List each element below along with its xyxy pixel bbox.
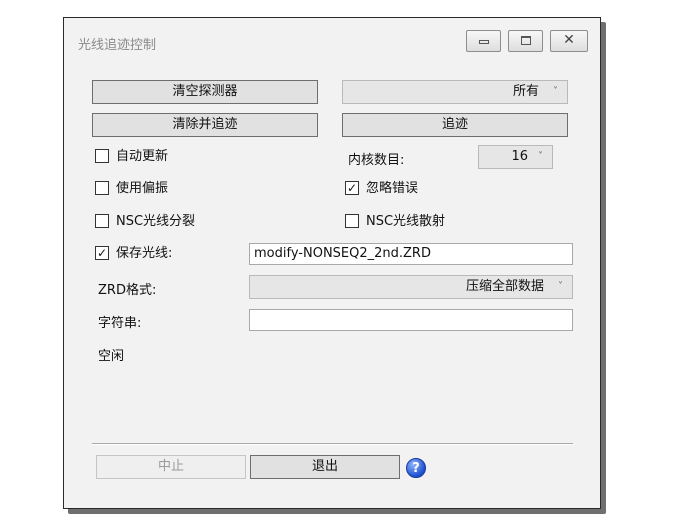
filter-string-label: 字符串: <box>98 316 142 331</box>
chevron-down-icon: ˅ <box>558 281 563 292</box>
auto-update-box[interactable] <box>95 149 109 163</box>
chevron-down-icon: ˅ <box>553 86 558 97</box>
clear-and-trace-button[interactable]: 清除并追迹 <box>92 113 318 137</box>
maximize-icon <box>521 36 531 45</box>
use-polarization-box[interactable] <box>95 181 109 195</box>
status-text: 空闲 <box>98 349 125 364</box>
detector-select-value: 所有 <box>512 84 539 99</box>
trace-button[interactable]: 追迹 <box>342 113 568 137</box>
cores-select-value: 16 <box>511 149 528 164</box>
close-icon: ✕ <box>563 32 575 48</box>
nsc-ray-split-label: NSC光线分裂 <box>116 214 196 229</box>
minimize-icon <box>479 40 489 44</box>
detector-select[interactable]: 所有 ˅ <box>342 80 568 104</box>
minimize-button[interactable] <box>466 30 501 52</box>
ignore-errors-box[interactable]: ✓ <box>345 181 359 195</box>
close-button[interactable]: ✕ <box>550 30 588 52</box>
save-rays-box[interactable]: ✓ <box>95 246 109 260</box>
save-rays-file-input[interactable]: modify-NONSEQ2_2nd.ZRD <box>249 243 573 265</box>
maximize-button[interactable] <box>508 30 543 52</box>
zrd-format-select[interactable]: 压缩全部数据 ˅ <box>249 275 573 299</box>
nsc-ray-scatter-box[interactable] <box>345 214 359 228</box>
zrd-format-label: ZRD格式: <box>98 283 157 298</box>
ignore-errors-label: 忽略错误 <box>366 181 419 196</box>
cores-label: 内核数目: <box>348 153 405 168</box>
save-rays-label: 保存光线: <box>116 246 173 261</box>
exit-button[interactable]: 退出 <box>250 455 400 479</box>
stop-button[interactable]: 中止 <box>96 455 246 479</box>
nsc-ray-scatter-label: NSC光线散射 <box>366 214 446 229</box>
nsc-ray-split-box[interactable] <box>95 214 109 228</box>
ray-trace-control-dialog: 光线追迹控制 ✕ 清空探测器 所有 ˅ 清除并追迹 追迹 自动更新 内核数目: … <box>63 17 601 509</box>
use-polarization-label: 使用偏振 <box>116 181 169 196</box>
window-title: 光线追迹控制 <box>78 38 157 53</box>
divider-highlight <box>92 444 573 445</box>
clear-detectors-button[interactable]: 清空探测器 <box>92 80 318 104</box>
help-icon[interactable]: ? <box>406 458 426 478</box>
title-bar[interactable]: 光线追迹控制 ✕ <box>64 18 600 64</box>
cores-select[interactable]: 16 ˅ <box>478 145 553 169</box>
auto-update-label: 自动更新 <box>116 149 169 164</box>
chevron-down-icon: ˅ <box>538 151 543 162</box>
zrd-format-value: 压缩全部数据 <box>465 279 544 294</box>
filter-string-input[interactable] <box>249 309 573 331</box>
